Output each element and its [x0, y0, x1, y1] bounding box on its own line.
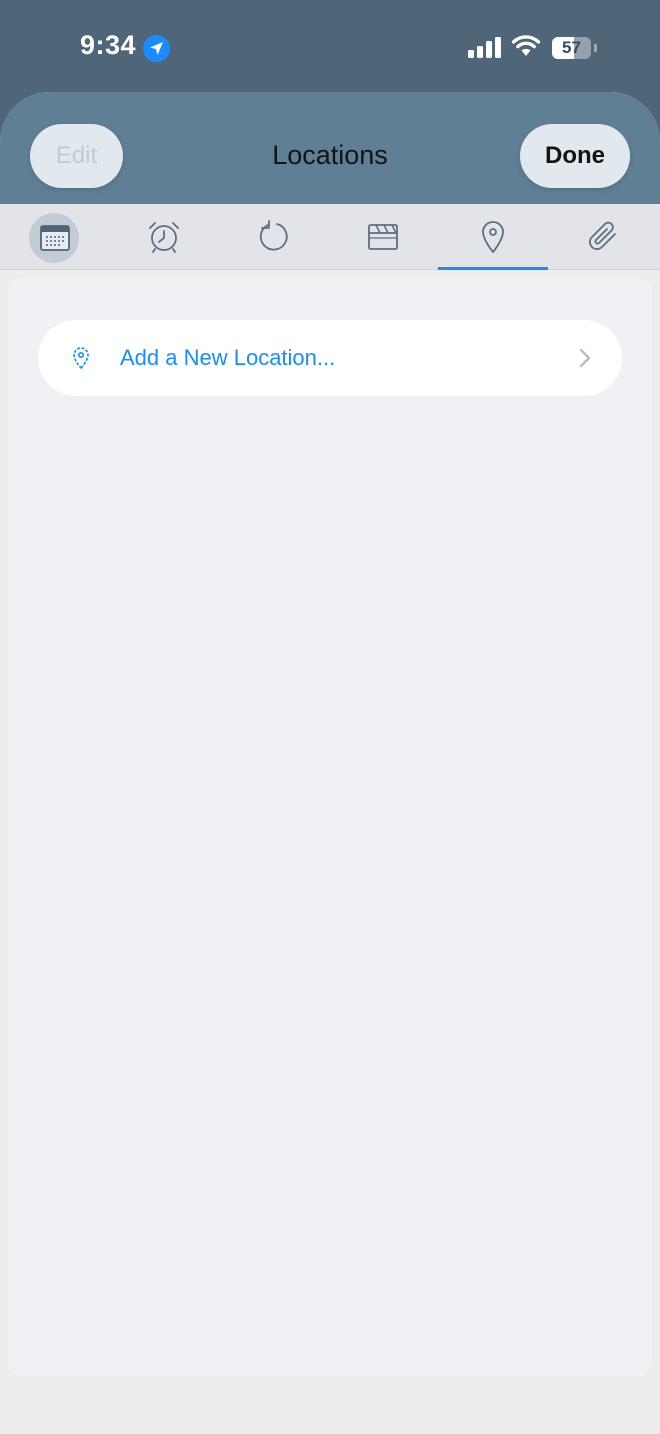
- battery-level: 57: [562, 38, 581, 57]
- tab-repeat[interactable]: [219, 204, 329, 270]
- screen: 9:34 57 Edit Locations Done Add a New Lo…: [0, 0, 660, 1434]
- tab-calendar[interactable]: [0, 204, 110, 270]
- cellular-signal-icon: [468, 37, 501, 58]
- status-time: 9:34: [80, 30, 137, 60]
- chevron-right-icon: [579, 348, 591, 368]
- repeat-icon: [259, 220, 288, 251]
- wifi-icon: [511, 35, 541, 56]
- add-location-label: Add a New Location...: [120, 345, 336, 370]
- tab-clapperboard[interactable]: [328, 204, 438, 270]
- locations-list: Add a New Location...: [8, 278, 652, 1376]
- nav-bar: Edit Locations Done: [0, 92, 660, 204]
- calendar-icon: [40, 225, 70, 251]
- tab-bar: [0, 204, 660, 270]
- alarm-clock-icon: [149, 222, 179, 253]
- location-pin-icon: [73, 347, 89, 369]
- location-arrow-icon: [143, 35, 170, 62]
- add-location-row[interactable]: Add a New Location...: [38, 320, 622, 396]
- tab-alarm[interactable]: [109, 204, 219, 270]
- locations-sheet: Edit Locations Done Add a New Location..…: [0, 92, 660, 1434]
- battery-icon: 57: [552, 37, 591, 59]
- active-tab-indicator: [438, 267, 548, 270]
- done-button[interactable]: Done: [520, 124, 630, 188]
- tab-attachments[interactable]: [548, 204, 658, 270]
- clapperboard-icon: [368, 224, 398, 250]
- location-pin-icon: [482, 221, 504, 253]
- status-bar: 9:34 57: [0, 0, 660, 96]
- tab-locations[interactable]: [438, 204, 548, 270]
- paperclip-icon: [589, 221, 616, 250]
- battery-tip: [594, 44, 597, 52]
